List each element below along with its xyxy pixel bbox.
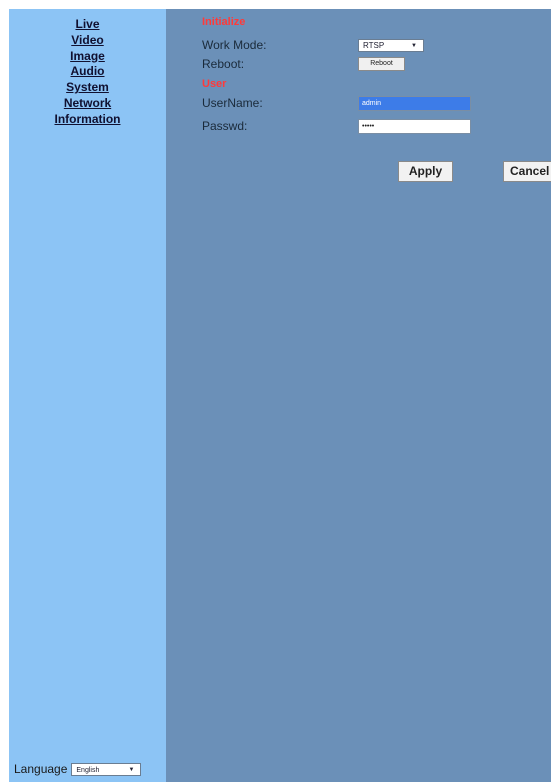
main-panel: Initialize Work Mode: RTSP ▼ Reboot: Reb… (166, 9, 551, 782)
username-input[interactable]: admin (358, 96, 471, 111)
work-mode-label: Work Mode: (202, 38, 267, 52)
language-selector-row: Language English ▼ (14, 762, 142, 776)
username-label: UserName: (202, 96, 263, 110)
nav-link-system[interactable]: System (9, 80, 166, 96)
reboot-button[interactable]: Reboot (358, 57, 405, 71)
reboot-label: Reboot: (202, 57, 245, 71)
language-select[interactable]: English ▼ (71, 762, 142, 776)
apply-button[interactable]: Apply (398, 161, 453, 182)
nav-link-live[interactable]: Live (9, 17, 166, 33)
language-select-value: English (76, 766, 100, 774)
work-mode-select-value: RTSP (363, 41, 385, 50)
user-section-title: User (202, 78, 227, 90)
password-label: Passwd: (202, 119, 248, 133)
language-label: Language (14, 762, 68, 776)
password-input[interactable]: ••••• (358, 119, 471, 134)
nav-link-image[interactable]: Image (9, 49, 166, 65)
sidebar: Live Video Image Audio System Network In… (9, 9, 166, 782)
cancel-button[interactable]: Cancel (503, 161, 551, 182)
dropdown-arrow-icon: ▼ (128, 766, 135, 773)
nav-link-network[interactable]: Network (9, 96, 166, 112)
work-mode-select[interactable]: RTSP ▼ (358, 39, 424, 52)
dropdown-arrow-icon: ▼ (411, 43, 417, 49)
nav-link-video[interactable]: Video (9, 33, 166, 49)
sidebar-nav: Live Video Image Audio System Network In… (9, 9, 166, 128)
nav-link-information[interactable]: Information (9, 112, 166, 128)
initialize-section-title: Initialize (202, 16, 246, 28)
nav-link-audio[interactable]: Audio (9, 64, 166, 80)
